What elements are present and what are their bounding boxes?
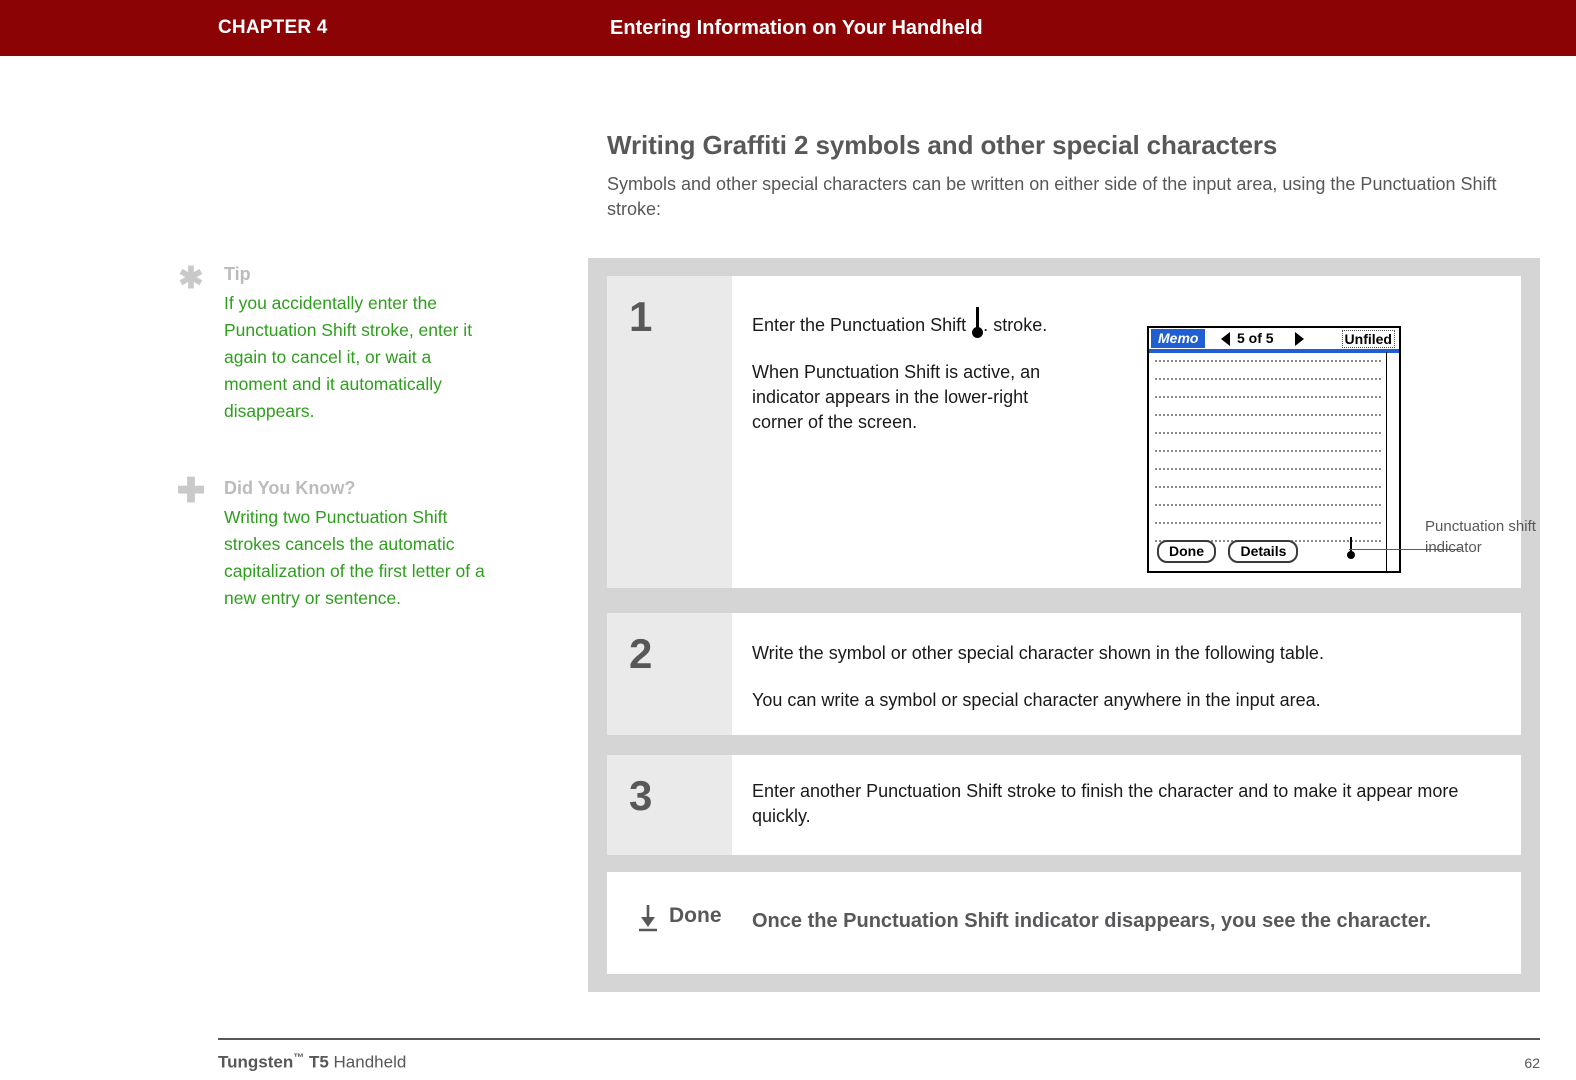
step-row: 1 Enter the Punctuation Shift . stroke. … [607,276,1536,588]
chapter-title-label: Entering Information on Your Handheld [610,17,983,39]
asterisk-icon: ✱ [178,262,204,295]
footer-product-label: Tungsten™ T5 Handheld [218,1052,406,1073]
step-row: 2 Write the symbol or other special char… [607,613,1521,735]
down-arrow-to-bar-icon [635,904,661,932]
note-body: If you accidentally enter the Punctuatio… [224,293,473,421]
step-number: 2 [629,630,653,677]
step-paragraph: Enter another Punctuation Shift stroke t… [752,781,1459,826]
step-paragraph: You can write a symbol or special charac… [752,690,1321,710]
punctuation-shift-indicator-icon [1347,537,1355,559]
done-text: Once the Punctuation Shift indicator dis… [752,910,1432,932]
device-app-name: Memo [1151,329,1206,348]
device-done-button[interactable]: Done [1157,540,1216,563]
step-number-cell: 3 [607,755,732,855]
done-label: Done [669,904,722,927]
note-body: Writing two Punctuation Shift strokes ca… [224,507,485,608]
step-text-line2: stroke. [993,315,1048,335]
step-body: Enter the Punctuation Shift . stroke. Wh… [752,307,1082,435]
device-memo-lines [1149,358,1385,542]
punctuation-shift-stroke-icon [971,307,984,338]
device-titlebar: Memo 5 of 5 Unfiled [1149,328,1399,350]
footer-product-suffix: Handheld [333,1052,407,1072]
device-title-rule [1149,349,1399,353]
section-intro-text: Symbols and other special characters can… [607,174,1497,219]
device-button-bar: Done Details [1157,540,1306,563]
page-title: Writing Graffiti 2 symbols and other spe… [607,130,1278,160]
device-scrollbar-divider [1386,352,1387,571]
step-paragraph: Write the symbol or other special charac… [752,643,1324,663]
step-row: 3 Enter another Punctuation Shift stroke… [607,755,1521,855]
step-body: Write the symbol or other special charac… [752,641,1492,713]
step-paragraph: Enter the Punctuation Shift . stroke. [752,307,1082,338]
step-number-cell: 2 [607,613,732,735]
chapter-number-label: CHAPTER 4 [218,17,328,38]
device-screenshot: Memo 5 of 5 Unfiled Done Details [1147,326,1401,573]
step-paragraph: When Punctuation Shift is active, an ind… [752,362,1041,432]
step-number: 1 [629,293,653,340]
footer-divider [218,1038,1540,1040]
callout-label: Punctuation shift indicator [1425,518,1536,556]
footer-product-name: Tungsten [218,1052,294,1072]
device-category-selector[interactable]: Unfiled [1341,330,1395,348]
step-number-cell: 1 [607,276,732,588]
step-text-suffix: . [983,315,989,335]
device-record-counter: 5 of 5 [1237,330,1274,346]
steps-panel: 1 Enter the Punctuation Shift . stroke. … [588,258,1540,992]
device-details-button[interactable]: Details [1228,540,1299,563]
step-text-prefix: Enter the Punctuation Shift [752,315,967,335]
step-body: Enter another Punctuation Shift stroke t… [752,779,1512,829]
note-title: Did You Know? [224,478,356,498]
step-number: 3 [629,772,653,819]
note-title: Tip [224,264,251,284]
plus-icon: ✚ [176,472,206,510]
done-row: Done Once the Punctuation Shift indicato… [607,872,1521,974]
footer-trademark-symbol: ™ [293,1052,305,1064]
right-triangle-icon[interactable] [1295,332,1304,346]
left-triangle-icon[interactable] [1221,332,1230,346]
page-number: 62 [1524,1055,1540,1071]
footer-product-model: T5 [304,1052,329,1072]
chapter-header-bar: CHAPTER 4 Entering Information on Your H… [0,0,1576,56]
